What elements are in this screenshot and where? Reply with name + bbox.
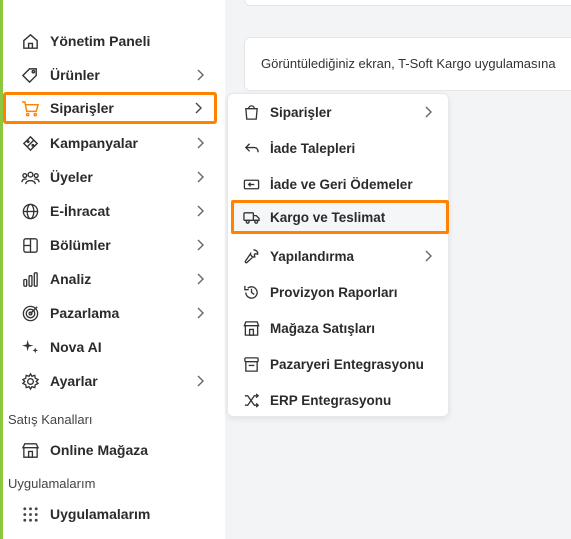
sidebar-item-settings[interactable]: Ayarlar [8, 366, 216, 396]
submenu-item-provision-reports[interactable]: Provizyon Raporları [232, 277, 444, 307]
sidebar-item-campaigns[interactable]: Kampanyalar [8, 128, 216, 158]
top-card [244, 0, 571, 6]
apps-heading: Uygulamalarım [8, 476, 96, 491]
wrench-icon [242, 247, 260, 265]
sidebar-item-nova-ai[interactable]: Nova AI [8, 332, 216, 362]
submenu-item-label: İade ve Geri Ödemeler [270, 176, 413, 192]
sidebar-item-members[interactable]: Üyeler [8, 162, 216, 192]
target-icon [20, 303, 40, 323]
sidebar-item-analytics[interactable]: Analiz [8, 264, 216, 294]
sparkle-icon [20, 337, 40, 357]
globe-icon [20, 201, 40, 221]
sidebar-item-online-store[interactable]: Online Mağaza [8, 435, 216, 465]
chevron-right-icon [425, 250, 432, 262]
home-icon [20, 31, 40, 51]
submenu-item-label: Siparişler [270, 104, 332, 120]
sidebar-item-label: Yönetim Paneli [50, 33, 151, 49]
submenu-item-label: Kargo ve Teslimat [270, 209, 386, 225]
chevron-right-icon [197, 69, 204, 81]
chevron-right-icon [425, 106, 432, 118]
info-message: Görüntülediğiniz ekran, T-Soft Kargo uyg… [244, 37, 571, 91]
chevron-right-icon [197, 273, 204, 285]
sidebar-item-label: Bölümler [50, 237, 111, 253]
chevron-right-icon [197, 137, 204, 149]
submenu-item-orders[interactable]: Siparişler [232, 97, 444, 127]
submenu-item-refunds[interactable]: İade ve Geri Ödemeler [232, 169, 444, 199]
sidebar-item-label: Üyeler [50, 169, 93, 185]
store-icon [20, 440, 40, 460]
chevron-right-icon [197, 307, 204, 319]
submenu-item-store-sales[interactable]: Mağaza Satışları [232, 313, 444, 343]
sales-channels-heading: Satış Kanalları [8, 412, 93, 427]
sidebar-item-label: Online Mağaza [50, 442, 149, 458]
sidebar: Yönetim Paneli Ürünler Siparişler Kampan… [0, 0, 225, 539]
submenu-item-label: Mağaza Satışları [270, 320, 376, 336]
gear-icon [20, 371, 40, 391]
chevron-right-icon [195, 102, 202, 114]
sidebar-item-label: Siparişler [50, 100, 114, 116]
sidebar-accent-bar [0, 0, 3, 539]
truck-icon [242, 208, 260, 226]
bag-icon [242, 103, 260, 121]
chevron-right-icon [197, 171, 204, 183]
sidebar-item-dashboard[interactable]: Yönetim Paneli [8, 26, 216, 56]
submenu-item-label: ERP Entegrasyonu [270, 392, 392, 408]
tag-icon [20, 65, 40, 85]
sidebar-item-label: Pazarlama [50, 305, 120, 321]
submenu-item-label: Yapılandırma [270, 248, 355, 264]
sidebar-item-orders[interactable]: Siparişler [3, 92, 217, 124]
cart-icon [20, 98, 40, 118]
sidebar-item-marketing[interactable]: Pazarlama [8, 298, 216, 328]
history-icon [242, 283, 260, 301]
discount-icon [20, 133, 40, 153]
sidebar-item-label: Nova AI [50, 339, 102, 355]
submenu-item-label: İade Talepleri [270, 140, 356, 156]
users-icon [20, 167, 40, 187]
sidebar-item-label: Analiz [50, 271, 92, 287]
submenu-item-label: Pazaryeri Entegrasyonu [270, 356, 424, 372]
sidebar-item-label: Ürünler [50, 67, 100, 83]
sidebar-item-label: Kampanyalar [50, 135, 138, 151]
apps-grid-icon [20, 504, 40, 524]
submenu-item-marketplace[interactable]: Pazaryeri Entegrasyonu [232, 349, 444, 379]
submenu-item-return-requests[interactable]: İade Talepleri [232, 133, 444, 163]
sidebar-item-label: E-İhracat [50, 203, 110, 219]
sidebar-item-my-apps[interactable]: Uygulamalarım [8, 499, 216, 529]
shuffle-icon [242, 391, 260, 409]
sidebar-item-sections[interactable]: Bölümler [8, 230, 216, 260]
orders-submenu: Siparişler İade Talepleri İade ve Geri Ö… [227, 93, 449, 417]
store-icon [242, 319, 260, 337]
marketplace-icon [242, 355, 260, 373]
submenu-item-configuration[interactable]: Yapılandırma [232, 241, 444, 271]
chevron-right-icon [197, 239, 204, 251]
money-icon [242, 175, 260, 193]
chevron-right-icon [197, 375, 204, 387]
submenu-item-shipping[interactable]: Kargo ve Teslimat [231, 200, 449, 234]
sidebar-item-label: Uygulamalarım [50, 506, 151, 522]
analytics-icon [20, 269, 40, 289]
submenu-item-label: Provizyon Raporları [270, 284, 398, 300]
sidebar-item-products[interactable]: Ürünler [8, 60, 216, 90]
submenu-item-erp[interactable]: ERP Entegrasyonu [232, 385, 444, 415]
sidebar-item-label: Ayarlar [50, 373, 98, 389]
chevron-right-icon [197, 205, 204, 217]
sections-icon [20, 235, 40, 255]
sidebar-item-export[interactable]: E-İhracat [8, 196, 216, 226]
return-arrow-icon [242, 139, 260, 157]
